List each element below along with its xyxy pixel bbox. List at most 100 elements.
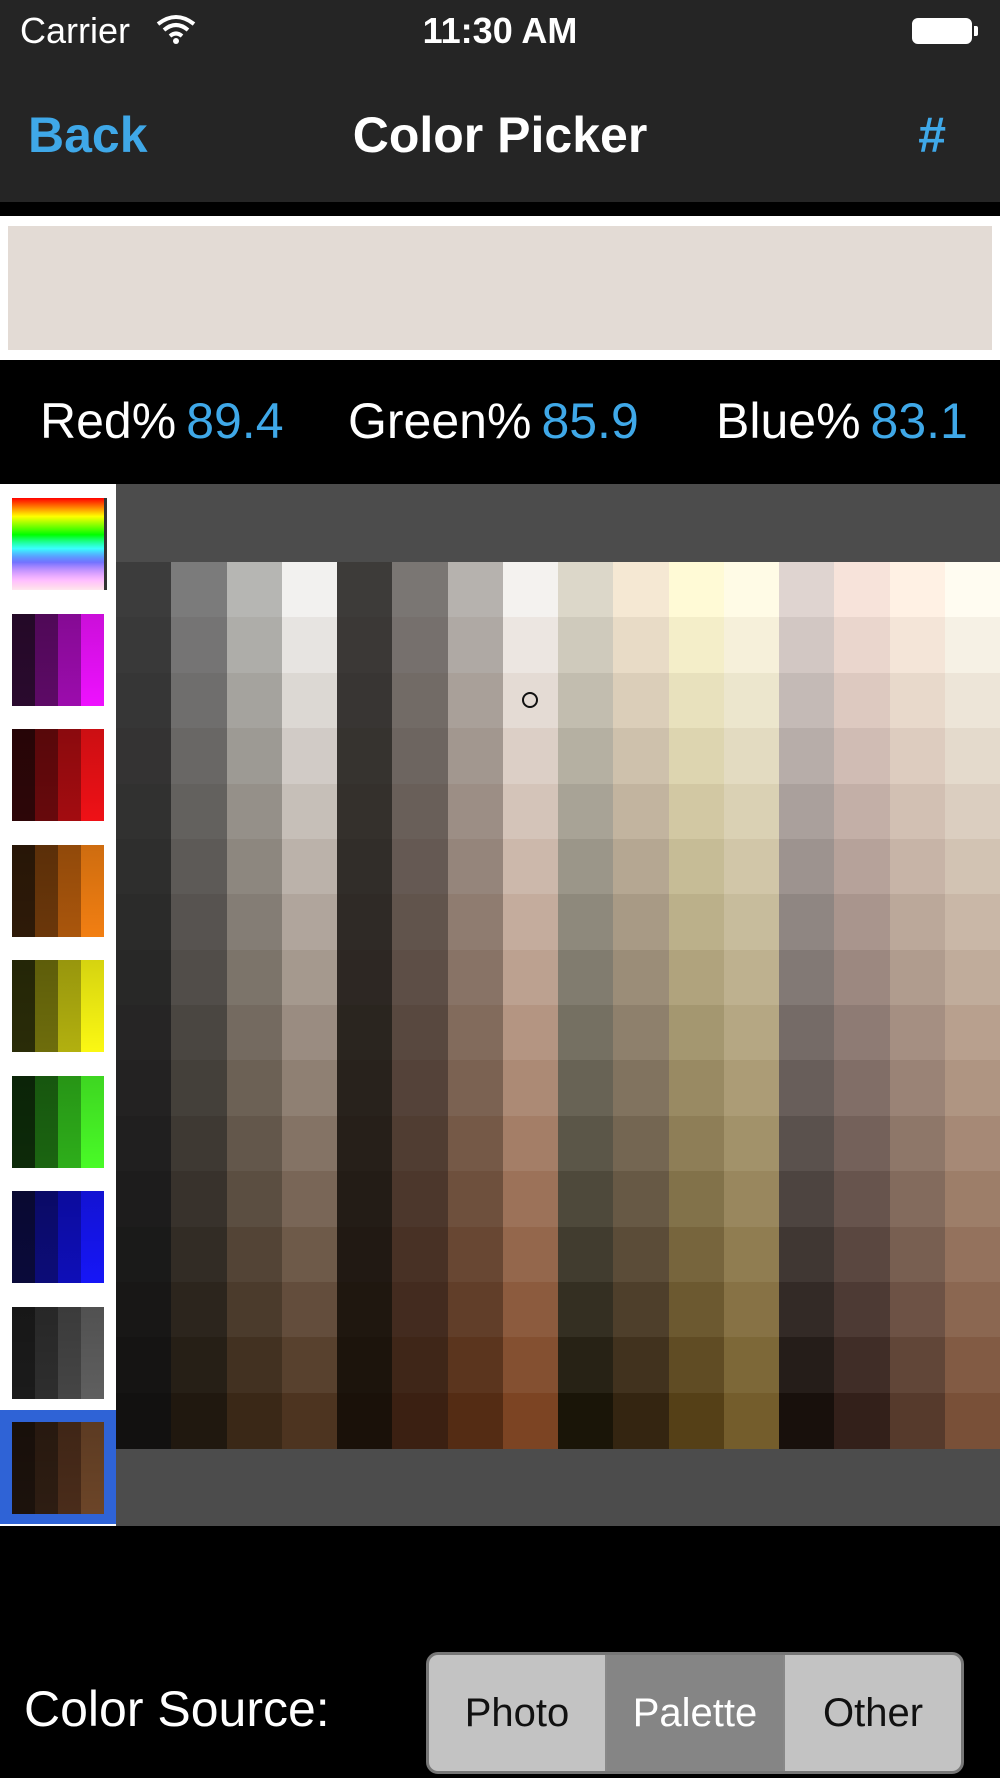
palette-cell[interactable] [447,894,504,951]
palette-cell[interactable] [613,949,670,1006]
palette-cell[interactable] [337,949,393,1006]
palette-cell[interactable] [834,949,891,1006]
palette-cell[interactable] [337,562,393,618]
palette-cell[interactable] [779,562,835,618]
palette-cell[interactable] [337,1005,393,1061]
palette-cell[interactable] [447,1337,504,1394]
palette-cell[interactable] [558,1115,614,1172]
palette-cell[interactable] [502,1281,559,1338]
palette-cell[interactable] [171,1115,228,1172]
palette-cell[interactable] [337,728,393,785]
palette-cell[interactable] [281,1337,338,1394]
red-value[interactable]: 89.4 [186,393,283,449]
palette-cell[interactable] [779,1226,835,1283]
palette-cell[interactable] [944,1005,1000,1061]
palette-cell[interactable] [116,838,172,895]
palette-cell[interactable] [171,1060,228,1117]
palette-cell[interactable] [337,1281,393,1338]
palette-cell[interactable] [944,617,1000,674]
palette-cell[interactable] [723,1115,780,1172]
palette-cell[interactable] [558,617,614,674]
palette-cell[interactable] [337,838,393,895]
palette-cell[interactable] [834,1392,891,1449]
palette-cell[interactable] [281,1281,338,1338]
palette-cell[interactable] [889,783,946,840]
palette-cell[interactable] [613,617,670,674]
palette-cell[interactable] [944,838,1000,895]
palette-cell[interactable] [779,672,835,729]
palette-thumb-gray[interactable] [12,1306,104,1399]
palette-cell[interactable] [392,1281,449,1338]
palette-cell[interactable] [723,894,780,951]
palette-cell[interactable] [613,1005,670,1061]
palette-cell[interactable] [889,1392,946,1449]
palette-cell[interactable] [779,1005,835,1061]
palette-cell[interactable] [502,1060,559,1117]
palette-cell[interactable] [171,1005,228,1061]
palette-cell[interactable] [834,838,891,895]
palette-cell[interactable] [558,1060,614,1117]
palette-cell[interactable] [944,562,1000,618]
palette-cell[interactable] [668,1226,725,1283]
palette-cell[interactable] [337,783,393,840]
palette-cell[interactable] [668,562,725,618]
palette-cell[interactable] [171,1281,228,1338]
palette-cell[interactable] [447,949,504,1006]
palette-cell[interactable] [502,838,559,895]
palette-cell[interactable] [834,1005,891,1061]
palette-cell[interactable] [171,783,228,840]
palette-cell[interactable] [281,1060,338,1117]
hex-entry-button[interactable]: # [918,106,946,164]
palette-cell[interactable] [834,672,891,729]
palette-cell[interactable] [392,728,449,785]
palette-cell[interactable] [723,672,780,729]
palette-cell[interactable] [337,672,393,729]
palette-cell[interactable] [613,894,670,951]
palette-cell[interactable] [226,617,283,674]
palette-cell[interactable] [613,562,670,618]
palette-cell[interactable] [281,1226,338,1283]
palette-cell[interactable] [889,617,946,674]
palette-cell[interactable] [779,1392,835,1449]
palette-cell[interactable] [392,1392,449,1449]
palette-cell[interactable] [116,1005,172,1061]
palette-cell[interactable] [337,617,393,674]
palette-cell[interactable] [447,783,504,840]
palette-cell[interactable] [226,838,283,895]
palette-cell[interactable] [723,949,780,1006]
segment-photo[interactable]: Photo [429,1655,607,1771]
palette-cell[interactable] [502,617,559,674]
palette-cell[interactable] [668,1115,725,1172]
green-value[interactable]: 85.9 [541,393,638,449]
palette-cell[interactable] [116,1060,172,1117]
palette-cell[interactable] [723,838,780,895]
palette-cell[interactable] [558,1005,614,1061]
palette-cell[interactable] [558,1281,614,1338]
palette-cell[interactable] [447,838,504,895]
palette-cell[interactable] [723,617,780,674]
palette-cell[interactable] [171,838,228,895]
palette-cell[interactable] [116,672,172,729]
palette-cell[interactable] [558,1337,614,1394]
palette-cell[interactable] [447,562,504,618]
palette-cell[interactable] [613,1115,670,1172]
palette-cell[interactable] [944,1392,1000,1449]
palette-cell[interactable] [834,783,891,840]
palette-cell[interactable] [613,728,670,785]
palette-cell[interactable] [779,1060,835,1117]
palette-cell[interactable] [723,1060,780,1117]
palette-cell[interactable] [226,562,283,618]
palette-cell[interactable] [226,1226,283,1283]
palette-cell[interactable] [723,562,780,618]
palette-cell[interactable] [723,1392,780,1449]
palette-cell[interactable] [392,1337,449,1394]
palette-cell[interactable] [392,1060,449,1117]
palette-cell[interactable] [171,1337,228,1394]
palette-cell[interactable] [281,894,338,951]
palette-cell[interactable] [226,672,283,729]
palette-cell[interactable] [281,672,338,729]
palette-grid[interactable] [116,562,1000,1449]
palette-cell[interactable] [558,894,614,951]
palette-cell[interactable] [502,562,559,618]
palette-thumb-yellow[interactable] [12,960,104,1052]
